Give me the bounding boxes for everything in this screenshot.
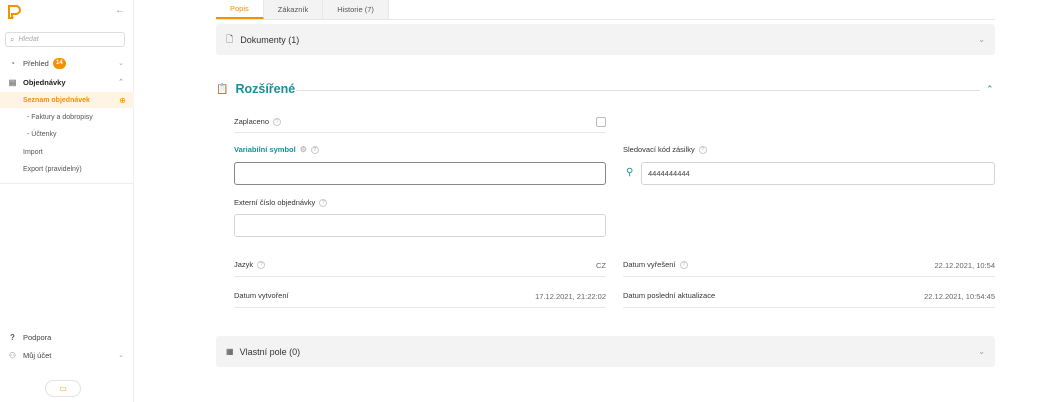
grid-icon: ▦: [226, 347, 234, 356]
section-title-text: Rozšířené: [235, 82, 296, 96]
documents-panel[interactable]: 🗋 Dokumenty (1) ⌄: [216, 24, 995, 55]
sidebar-item-export[interactable]: Export (pravidelný): [0, 161, 134, 177]
sidebar-item-seznam-objednavek[interactable]: Seznam objednávek ⊕: [0, 92, 134, 108]
sidebar-item-label: - Faktury a dobropisy: [27, 113, 93, 121]
datum-aktualizace-value: 22.12.2021, 10:54:45: [924, 292, 995, 301]
sidebar-item-faktury[interactable]: - Faktury a dobropisy: [0, 109, 134, 125]
location-pin-icon: ⚲: [626, 167, 634, 178]
datum-vytvoreni-label: Datum vytvoření: [234, 291, 289, 300]
sidebar-divider: [0, 183, 134, 184]
zaplaceno-checkbox[interactable]: [596, 117, 606, 127]
label-text: Variabilní symbol: [234, 145, 296, 154]
divider: [234, 132, 606, 133]
clipboard-icon: 📋: [216, 83, 229, 95]
externi-cislo-label: Externí číslo objednávky ?: [234, 198, 328, 207]
sidebar-item-prehled[interactable]: ◔ Přehled 14 ⌄: [0, 55, 134, 71]
variabilni-symbol-input[interactable]: [234, 162, 606, 185]
tab-popis[interactable]: Popis: [216, 0, 264, 19]
help-icon: ?: [10, 332, 15, 342]
help-icon[interactable]: ?: [698, 145, 707, 154]
externi-cislo-input[interactable]: [234, 214, 606, 237]
label-text: Externí číslo objednávky: [234, 198, 316, 207]
sidebar-item-label: Podpora: [23, 332, 52, 342]
sidebar-item-label: Seznam objednávek: [23, 96, 90, 104]
orders-icon: ▤: [8, 77, 17, 87]
label-text: Sledovací kód zásilky: [623, 145, 695, 154]
jazyk-value: CZ: [596, 261, 606, 270]
sidebar-item-uctenky[interactable]: - Účtenky: [0, 126, 134, 142]
section-divider: [296, 90, 980, 91]
label-text: Zaplaceno: [234, 117, 270, 126]
sidebar: ← ⌕ Hledat ◔ Přehled 14 ⌄ ▤ Objednávky ⌃…: [0, 0, 134, 402]
tab-historie[interactable]: Historie (7): [323, 0, 389, 19]
search-placeholder: Hledat: [18, 36, 39, 43]
collapse-arrow-icon[interactable]: ←: [115, 5, 125, 16]
variabilni-symbol-label: Variabilní symbol ⚙ ?: [234, 145, 319, 154]
datum-aktualizace-label: Datum poslední aktualizace: [623, 291, 715, 300]
chevron-up-icon: ⌃: [118, 79, 124, 86]
user-icon: ⚇: [8, 350, 17, 360]
chevron-down-icon: ⌄: [118, 352, 124, 359]
divider: [234, 276, 606, 277]
sidebar-item-label: Import: [23, 148, 43, 156]
sidebar-item-podpora[interactable]: ? Podpora: [0, 329, 134, 345]
datum-vytvoreni-value: 17.12.2021, 21:22:02: [535, 292, 606, 301]
help-icon[interactable]: ?: [310, 145, 319, 154]
help-icon[interactable]: ?: [257, 260, 266, 269]
dashboard-icon: ◔: [10, 58, 15, 68]
jazyk-label: Jazyk ?: [234, 260, 266, 269]
divider: [234, 307, 606, 308]
help-icon[interactable]: ?: [273, 117, 282, 126]
divider: [216, 19, 995, 20]
sidebar-item-label: Můj účet: [23, 350, 52, 360]
tablet-icon: ▭: [59, 384, 67, 393]
label-text: Datum vyřešení: [623, 260, 676, 269]
tablet-toggle-button[interactable]: ▭: [45, 380, 81, 397]
count-badge: 14: [52, 57, 66, 69]
panel-title: Vlastní pole (0): [239, 346, 301, 357]
sidebar-item-label: - Účtenky: [27, 130, 57, 138]
chevron-up-icon[interactable]: ⌃: [986, 84, 994, 95]
tab-zakaznik[interactable]: Zákazník: [263, 0, 324, 19]
tracking-code-input[interactable]: 4444444444: [641, 162, 995, 185]
custom-fields-panel[interactable]: ▦ Vlastní pole (0) ⌄: [216, 336, 995, 367]
chevron-down-icon: ⌄: [978, 347, 985, 356]
help-icon[interactable]: ?: [679, 260, 688, 269]
label-text: Datum poslední aktualizace: [623, 291, 716, 300]
sidebar-item-import[interactable]: Import: [0, 144, 134, 160]
divider: [623, 307, 995, 308]
chevron-down-icon: ⌄: [978, 35, 985, 44]
add-circle-icon[interactable]: ⊕: [119, 96, 126, 105]
datum-vyreseni-value: 22.12.2021, 10:54: [934, 261, 995, 270]
section-title[interactable]: 📋 Rozšířené: [216, 82, 295, 96]
sidebar-item-muj-ucet[interactable]: ⚇ Můj účet ⌄: [0, 347, 134, 363]
search-icon: ⌕: [10, 34, 15, 44]
tab-bar: Popis Zákazník Historie (7): [216, 0, 389, 19]
zaplaceno-label: Zaplaceno ?: [234, 117, 282, 126]
label-text: Datum vytvoření: [234, 291, 289, 300]
sidebar-item-label: Export (pravidelný): [23, 165, 82, 173]
chevron-down-icon: ⌄: [118, 60, 124, 67]
label-text: Jazyk: [234, 260, 254, 269]
logo-icon[interactable]: [7, 5, 21, 19]
sidebar-item-objednavky[interactable]: ▤ Objednávky ⌃: [0, 74, 134, 90]
gear-icon[interactable]: ⚙: [300, 145, 307, 154]
help-icon[interactable]: ?: [319, 198, 328, 207]
datum-vyreseni-label: Datum vyřešení ?: [623, 260, 688, 269]
sidebar-item-label: Objednávky: [23, 77, 66, 87]
tracking-code-label: Sledovací kód zásilky ?: [623, 145, 707, 154]
document-icon: 🗋: [226, 33, 234, 44]
sidebar-item-label: Přehled: [23, 58, 49, 68]
divider: [623, 276, 995, 277]
search-input[interactable]: ⌕ Hledat: [5, 32, 125, 47]
panel-title: Dokumenty (1): [240, 34, 300, 45]
